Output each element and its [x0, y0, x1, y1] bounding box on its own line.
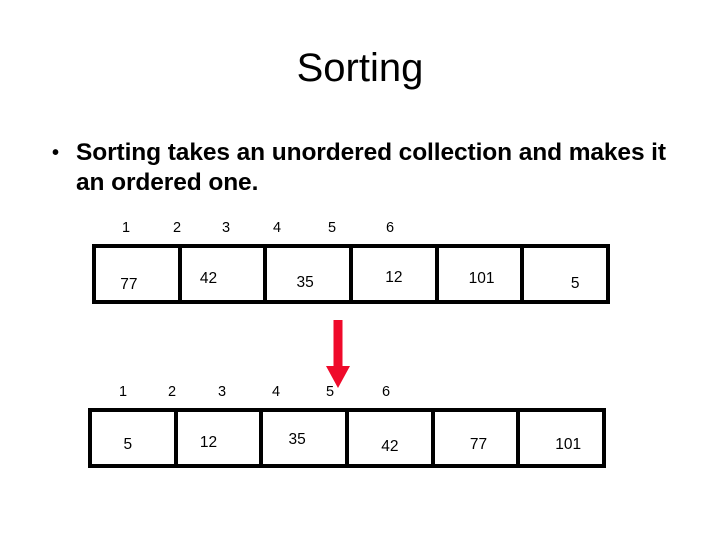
- sorted-array-index-row: 1 2 3 4 5 6: [88, 382, 606, 408]
- down-arrow-icon: [326, 320, 350, 388]
- cell-value: 77: [120, 276, 138, 293]
- cell-value: 77: [469, 436, 488, 453]
- unsorted-array-block: 1 2 3 4 5 6 77 42 35 12 101 5: [92, 218, 610, 304]
- array-cell: 5: [92, 412, 178, 464]
- cell-value: 5: [570, 275, 580, 292]
- cell-value: 35: [288, 431, 306, 448]
- array-cell: 101: [438, 248, 525, 300]
- cell-value: 42: [381, 438, 399, 455]
- index-label-2: 2: [167, 384, 177, 400]
- index-label-4: 4: [272, 220, 282, 236]
- unsorted-array-table: 77 42 35 12 101 5: [92, 244, 610, 304]
- slide: Sorting • Sorting takes an unordered col…: [0, 0, 720, 540]
- page-title: Sorting: [296, 46, 424, 90]
- index-label-1: 1: [118, 384, 128, 400]
- array-cell: 12: [177, 412, 264, 464]
- cell-value: 35: [296, 274, 314, 291]
- cell-value: 101: [468, 270, 495, 287]
- array-cell: 35: [263, 412, 350, 464]
- array-cell: 42: [181, 248, 268, 300]
- index-label-2: 2: [172, 220, 182, 236]
- index-label-4: 4: [271, 384, 281, 400]
- index-label-3: 3: [221, 220, 231, 236]
- cell-value: 5: [123, 436, 133, 453]
- cell-value: 12: [385, 269, 403, 286]
- sorted-array-block: 1 2 3 4 5 6 5 12 35 42 77 101: [88, 382, 606, 468]
- sorted-array-table: 5 12 35 42 77 101: [88, 408, 606, 468]
- array-cell: 12: [353, 248, 439, 300]
- index-label-5: 5: [325, 384, 335, 400]
- bullet-marker-icon: •: [52, 142, 60, 164]
- array-cell: 35: [267, 248, 354, 300]
- array-cell: 5: [524, 248, 607, 300]
- bullet-text: Sorting takes an unordered collection an…: [76, 139, 666, 196]
- array-cell: 42: [349, 412, 435, 464]
- index-label-6: 6: [385, 220, 395, 236]
- index-label-5: 5: [327, 220, 337, 236]
- index-label-3: 3: [217, 384, 227, 400]
- cell-value: 12: [199, 434, 218, 451]
- array-cell: 77: [434, 412, 521, 464]
- unsorted-array-index-row: 1 2 3 4 5 6: [92, 218, 610, 244]
- index-label-6: 6: [381, 384, 391, 400]
- cell-value: 42: [199, 270, 218, 287]
- cell-value: 101: [555, 436, 582, 453]
- body-text-block: • Sorting takes an unordered collection …: [48, 138, 678, 198]
- bullet-item: • Sorting takes an unordered collection …: [48, 138, 678, 198]
- array-cell: 101: [520, 412, 603, 464]
- index-label-1: 1: [121, 220, 131, 236]
